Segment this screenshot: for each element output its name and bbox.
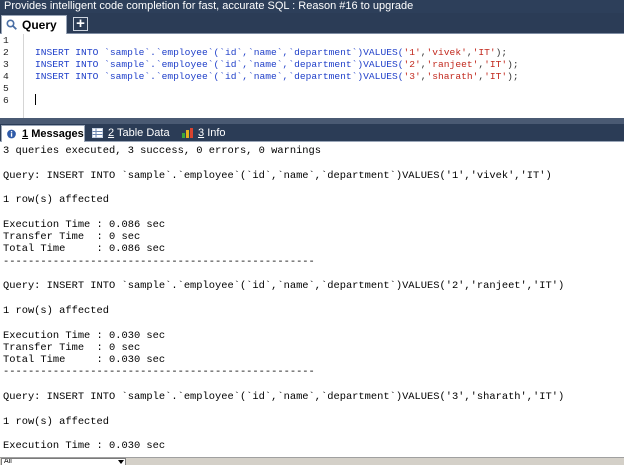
message-line: Query: INSERT INTO `sample`.`employee`(`… <box>3 280 565 293</box>
query-tab-strip: Query + <box>0 13 624 34</box>
message-line: Total Time : 0.030 sec <box>3 354 166 367</box>
tab-messages-number: 1 <box>22 128 29 140</box>
sql-editor[interactable]: 1 2 3 4 5 6 INSERT INTO `sample`.`employ… <box>0 34 624 118</box>
line-number: 4 <box>3 71 9 82</box>
message-line: 1 row(s) affected <box>3 415 110 428</box>
messages-output[interactable]: 3 queries executed, 3 success, 0 errors,… <box>0 142 624 457</box>
chevron-down-icon <box>118 460 124 464</box>
line-number: 5 <box>3 83 9 94</box>
line-number: 6 <box>3 95 9 106</box>
messages-icon <box>7 129 16 139</box>
tab-table-data-number: 2 <box>108 127 115 139</box>
line-number: 2 <box>3 47 9 58</box>
message-separator: ----------------------------------------… <box>3 255 315 268</box>
info-icon <box>182 128 193 138</box>
text-cursor <box>35 94 36 105</box>
result-panel-tabs: 1 Messages 2 Table Data 3 Info <box>0 124 624 142</box>
title-bar: Provides intelligent code completion for… <box>0 0 624 13</box>
line-number: 3 <box>3 59 9 70</box>
message-line: Execution Time : 0.086 sec <box>3 218 166 231</box>
tab-info-number: 3 <box>198 127 205 139</box>
tab-table-data-label: Table Data <box>116 127 170 139</box>
message-line: 3 queries executed, 3 success, 0 errors,… <box>3 145 322 157</box>
message-separator: ----------------------------------------… <box>3 366 315 379</box>
line-number-gutter: 1 2 3 4 5 6 <box>0 34 24 118</box>
message-line: 1 row(s) affected <box>3 194 110 207</box>
tab-table-data[interactable]: 2 Table Data <box>88 125 174 142</box>
tab-query[interactable]: Query <box>1 15 67 34</box>
new-query-tab-button[interactable]: + <box>73 16 88 31</box>
tab-info-label: Info <box>207 127 226 139</box>
message-line: 1 row(s) affected <box>3 304 110 317</box>
tab-messages-label: Messages <box>31 128 84 140</box>
query-icon <box>6 19 17 30</box>
message-line: Total Time : 0.086 sec <box>3 243 166 256</box>
code-line: INSERT INTO `sample`.`employee`(`id`,`na… <box>35 71 519 82</box>
status-bar: All <box>0 457 624 465</box>
message-line: Query: INSERT INTO `sample`.`employee`(`… <box>3 391 565 403</box>
message-line: Execution Time : 0.030 sec <box>3 329 166 342</box>
tab-query-label: Query <box>22 18 57 32</box>
filter-select[interactable]: All <box>1 458 126 465</box>
message-line: Query: INSERT INTO `sample`.`employee`(`… <box>3 169 552 182</box>
code-line: INSERT INTO `sample`.`employee`(`id`,`na… <box>35 47 508 58</box>
tab-info[interactable]: 3 Info <box>178 125 234 142</box>
line-number: 1 <box>3 35 9 46</box>
message-line: Execution Time : 0.030 sec <box>3 440 166 453</box>
filter-select-value: All <box>4 458 12 465</box>
message-line: Transfer Time : 0 sec <box>3 231 141 244</box>
code-line: INSERT INTO `sample`.`employee`(`id`,`na… <box>35 59 519 70</box>
table-icon <box>92 128 103 138</box>
message-line: Transfer Time : 0 sec <box>3 341 141 354</box>
tab-messages[interactable]: 1 Messages <box>1 125 85 142</box>
